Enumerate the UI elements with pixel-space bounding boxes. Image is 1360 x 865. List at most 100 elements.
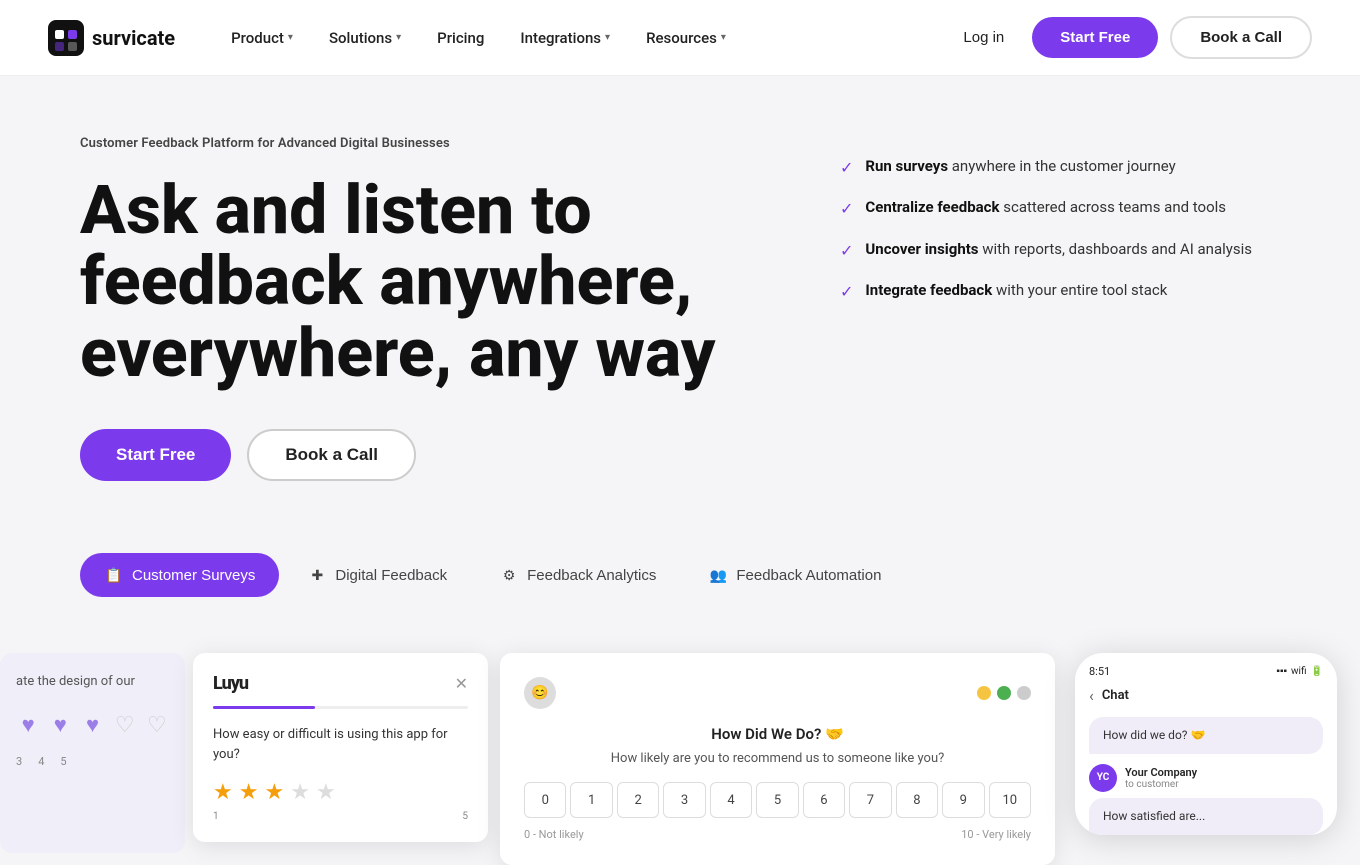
survey-header: Luyu ✕ — [213, 673, 468, 694]
survey-icon: 📋 — [104, 565, 124, 585]
star-2[interactable]: ★ — [239, 780, 259, 805]
company-name: Your Company — [1125, 766, 1197, 779]
nps-0[interactable]: 0 — [524, 782, 566, 818]
hero-title: Ask and listen to feedback anywhere, eve… — [80, 175, 780, 389]
nps-header: 😊 — [524, 677, 1031, 709]
partial-text: ate the design of our — [16, 673, 169, 691]
logo[interactable]: survicate — [48, 20, 175, 56]
mobile-chat-title: Chat — [1102, 688, 1129, 703]
tab-feedback-analytics[interactable]: ⚙ Feedback Analytics — [475, 553, 680, 597]
num-3: 3 — [16, 755, 22, 768]
feature-item: ✓ Integrate feedback with your entire to… — [840, 280, 1280, 303]
label-right: 5 — [462, 811, 468, 822]
nps-footer-right: 10 - Very likely — [961, 828, 1031, 841]
book-call-button[interactable]: Book a Call — [1170, 16, 1312, 59]
hero-book-call-button[interactable]: Book a Call — [247, 429, 416, 481]
nps-10[interactable]: 10 — [989, 782, 1031, 818]
heart-filled-3: ♥ — [80, 711, 104, 739]
star-1[interactable]: ★ — [213, 780, 233, 805]
check-icon: ✓ — [840, 281, 853, 303]
company-avatar: YC — [1089, 764, 1117, 792]
hero-left: Customer Feedback Platform for Advanced … — [80, 136, 780, 481]
mobile-time: 8:51 — [1089, 665, 1110, 678]
feature-item: ✓ Run surveys anywhere in the customer j… — [840, 156, 1280, 179]
nps-1[interactable]: 1 — [570, 782, 612, 818]
digital-feedback-icon: ✚ — [307, 565, 327, 585]
company-info-block: Your Company to customer — [1125, 766, 1197, 790]
hero-right: ✓ Run surveys anywhere in the customer j… — [840, 136, 1280, 304]
nps-card: 😊 How Did We Do? 🤝 How likely are you to… — [500, 653, 1055, 865]
survey-progress — [213, 706, 468, 709]
star-3[interactable]: ★ — [264, 780, 284, 805]
nps-9[interactable]: 9 — [942, 782, 984, 818]
hero-start-free-button[interactable]: Start Free — [80, 429, 231, 481]
survey-stars: ★ ★ ★ ★ ★ — [213, 780, 468, 805]
wifi-icon: wifi — [1291, 666, 1307, 677]
login-button[interactable]: Log in — [947, 21, 1020, 54]
nps-footer-left: 0 - Not likely — [524, 828, 584, 841]
nps-3[interactable]: 3 — [663, 782, 705, 818]
nav-integrations[interactable]: Integrations ▾ — [504, 21, 626, 55]
chevron-down-icon: ▾ — [396, 32, 401, 43]
tab-digital-feedback[interactable]: ✚ Digital Feedback — [283, 553, 471, 597]
survey-card: Luyu ✕ How easy or difficult is using th… — [193, 653, 488, 842]
start-free-button[interactable]: Start Free — [1032, 17, 1158, 58]
survey-question: How easy or difficult is using this app … — [213, 725, 468, 764]
nps-4[interactable]: 4 — [710, 782, 752, 818]
mobile-back-row: ‹ Chat — [1089, 686, 1323, 705]
analytics-icon: ⚙ — [499, 565, 519, 585]
heart-filled-2: ♥ — [48, 711, 72, 739]
heart-outline-2: ♡ — [145, 711, 169, 739]
logo-icon — [48, 20, 84, 56]
nps-dot-2 — [997, 686, 1011, 700]
mobile-chat-info: Chat — [1102, 688, 1129, 703]
nav-solutions[interactable]: Solutions ▾ — [313, 21, 417, 55]
feature-item: ✓ Uncover insights with reports, dashboa… — [840, 239, 1280, 262]
nav-resources[interactable]: Resources ▾ — [630, 21, 742, 55]
nps-8[interactable]: 8 — [896, 782, 938, 818]
num-4: 4 — [38, 755, 44, 768]
mobile-card: 8:51 ▪▪▪ wifi 🔋 ‹ Chat How did we do? 🤝 … — [1075, 653, 1337, 835]
hearts-row: ♥ ♥ ♥ ♡ ♡ — [16, 711, 169, 739]
num-5: 5 — [60, 755, 66, 768]
nps-2[interactable]: 2 — [617, 782, 659, 818]
chat-bubble-second: How satisfied are... — [1089, 798, 1323, 835]
tab-feedback-automation[interactable]: 👥 Feedback Automation — [684, 553, 905, 597]
nav-product[interactable]: Product ▾ — [215, 21, 309, 55]
nps-footer: 0 - Not likely 10 - Very likely — [524, 828, 1031, 841]
survey-labels: 1 5 — [213, 811, 468, 822]
chevron-down-icon: ▾ — [605, 32, 610, 43]
tab-customer-surveys[interactable]: 📋 Customer Surveys — [80, 553, 279, 597]
nps-6[interactable]: 6 — [803, 782, 845, 818]
survey-progress-fill — [213, 706, 315, 709]
chevron-down-icon: ▾ — [721, 32, 726, 43]
feature-list: ✓ Run surveys anywhere in the customer j… — [840, 156, 1280, 304]
hero-section: Customer Feedback Platform for Advanced … — [0, 76, 1360, 521]
signal-icon: ▪▪▪ — [1276, 666, 1287, 677]
nps-dot-3 — [1017, 686, 1031, 700]
check-icon: ✓ — [840, 198, 853, 220]
back-icon[interactable]: ‹ — [1089, 686, 1094, 705]
chevron-down-icon: ▾ — [288, 32, 293, 43]
nps-5[interactable]: 5 — [756, 782, 798, 818]
tabs-row: 📋 Customer Surveys ✚ Digital Feedback ⚙ … — [80, 553, 1280, 597]
star-4[interactable]: ★ — [290, 780, 310, 805]
nps-scale: 0 1 2 3 4 5 6 7 8 9 10 — [524, 782, 1031, 818]
screenshots-row: ate the design of our ♥ ♥ ♥ ♡ ♡ 3 4 5 Lu… — [0, 621, 1360, 865]
survey-close-button[interactable]: ✕ — [455, 674, 468, 693]
nps-avatar: 😊 — [524, 677, 556, 709]
battery-icon: 🔋 — [1311, 666, 1323, 677]
star-5[interactable]: ★ — [316, 780, 336, 805]
survey-logo: Luyu — [213, 673, 248, 694]
label-left: 1 — [213, 811, 219, 822]
heart-outline-1: ♡ — [113, 711, 137, 739]
heart-filled-1: ♥ — [16, 711, 40, 739]
nav-pricing[interactable]: Pricing — [421, 21, 500, 55]
nps-7[interactable]: 7 — [849, 782, 891, 818]
nav-actions: Log in Start Free Book a Call — [947, 16, 1312, 59]
chat-bubble-main: How did we do? 🤝 — [1089, 717, 1323, 754]
nps-dot-1 — [977, 686, 991, 700]
tabs-section: 📋 Customer Surveys ✚ Digital Feedback ⚙ … — [0, 553, 1360, 597]
check-icon: ✓ — [840, 240, 853, 262]
nps-title: How Did We Do? 🤝 — [524, 725, 1031, 743]
